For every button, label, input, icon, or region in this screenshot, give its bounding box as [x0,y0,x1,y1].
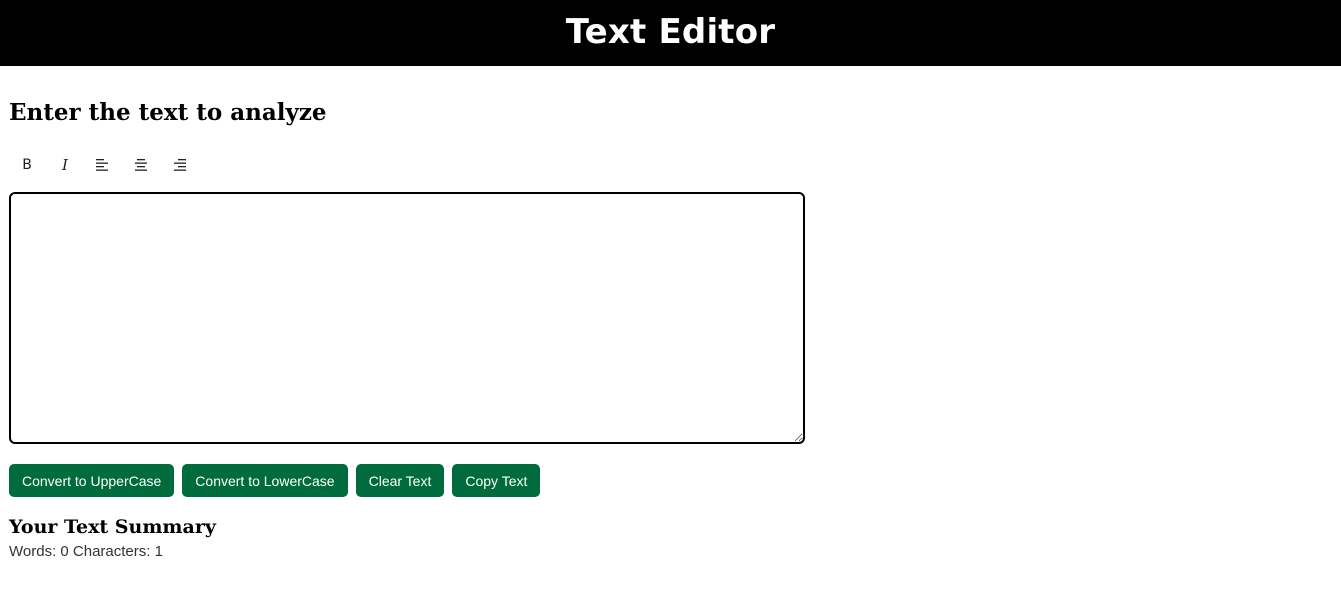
uppercase-button[interactable]: Convert to UpperCase [9,464,175,497]
align-left-button[interactable] [90,152,116,178]
formatting-toolbar: B I [14,150,204,180]
text-stats: Words: 0 Characters: 1 [9,543,163,560]
text-editor-input[interactable] [9,192,805,444]
align-left-icon [96,159,108,171]
italic-button[interactable]: I [52,152,78,178]
app-title: Text Editor [565,12,776,52]
page-heading: Enter the text to analyze [9,99,327,126]
bold-icon: B [22,157,32,173]
lowercase-button[interactable]: Convert to LowerCase [182,464,348,497]
clear-text-button[interactable]: Clear Text [355,464,445,497]
align-center-button[interactable] [128,152,154,178]
align-right-icon [174,159,186,171]
bold-button[interactable]: B [14,152,40,178]
action-buttons: Convert to UpperCase Convert to LowerCas… [9,464,548,497]
italic-icon: I [62,156,68,174]
align-right-button[interactable] [166,152,192,178]
align-center-icon [135,159,147,171]
summary-heading: Your Text Summary [9,516,216,538]
copy-text-button[interactable]: Copy Text [452,464,541,497]
app-header: Text Editor [0,0,1341,66]
